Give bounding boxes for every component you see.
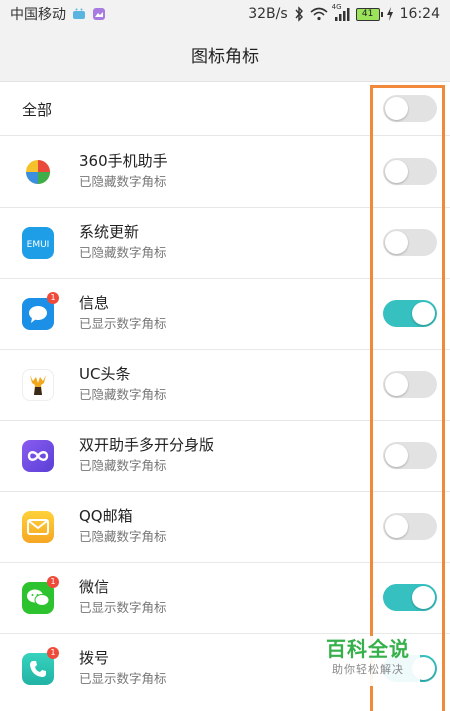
phone-dialer-icon: 1 [22, 647, 59, 685]
emui-update-icon: EMUI [22, 227, 54, 259]
uc-headlines-icon [22, 369, 54, 401]
clock: 16:24 [399, 6, 440, 22]
app-badge-status: 已隐藏数字角标 [79, 529, 167, 544]
android-notification-icon [72, 7, 86, 21]
app-badge-status: 已隐藏数字角标 [79, 387, 167, 402]
toggle-360-helper[interactable] [383, 158, 437, 185]
carrier-label: 中国移动 [10, 7, 66, 23]
watermark-title: 百科全说 [326, 637, 410, 661]
watermark-logo: 百科全说 助你轻松解决 [316, 636, 420, 686]
notification-badge: 1 [47, 647, 59, 659]
app-badge-status: 已显示数字角标 [79, 671, 167, 686]
network-type-label: 4G [331, 3, 342, 11]
qq-mail-icon [22, 511, 54, 543]
app-name: 系统更新 [79, 223, 140, 241]
app-badge-status: 已隐藏数字角标 [79, 245, 167, 260]
toggle-messages[interactable] [383, 300, 437, 327]
toggle-knob [412, 302, 435, 325]
page-title: 图标角标 [191, 47, 259, 67]
toggle-knob [385, 373, 408, 396]
toggle-knob [385, 97, 408, 120]
messages-icon: 1 [22, 292, 59, 330]
status-bar: 中国移动 32B/s 4G 41 16:24 [0, 0, 450, 28]
wechat-icon: 1 [22, 576, 59, 614]
network-speed: 32B/s [248, 6, 288, 22]
app-badge-status: 已隐藏数字角标 [79, 458, 167, 473]
app-name: 信息 [79, 294, 110, 312]
toggle-uc-headlines[interactable] [383, 371, 437, 398]
svg-text:EMUI: EMUI [27, 240, 50, 249]
all-apps-label: 全部 [22, 100, 53, 119]
toggle-dual-app[interactable] [383, 442, 437, 469]
app-name: 拨号 [79, 649, 110, 667]
charging-icon [386, 7, 394, 21]
battery-icon: 41 [355, 7, 383, 21]
app-badge-status: 已显示数字角标 [79, 600, 167, 615]
app-badge-status: 已隐藏数字角标 [79, 174, 167, 189]
toggle-knob [385, 515, 408, 538]
app-name: 360手机助手 [79, 152, 168, 170]
toggle-knob [385, 444, 408, 467]
toggle-knob [412, 586, 435, 609]
wifi-icon [310, 7, 328, 21]
app-name: 双开助手多开分身版 [79, 436, 215, 454]
notification-badge: 1 [47, 576, 59, 588]
all-apps-toggle[interactable] [383, 95, 437, 122]
app-name: 微信 [79, 578, 110, 596]
signal-icon: 4G [332, 3, 350, 21]
notification-badge: 1 [47, 292, 59, 304]
app-name: QQ邮箱 [79, 507, 133, 525]
app-badge-status: 已显示数字角标 [79, 316, 167, 331]
dual-app-icon [22, 440, 54, 472]
watermark-subtitle: 助你轻松解决 [332, 663, 404, 676]
360-helper-icon [22, 156, 54, 188]
toggle-qq-mail[interactable] [383, 513, 437, 540]
toggle-knob [385, 231, 408, 254]
page-title-bar: 图标角标 [0, 28, 450, 82]
toggle-system-update[interactable] [383, 229, 437, 256]
app-name: UC头条 [79, 365, 131, 383]
bluetooth-icon [294, 6, 304, 22]
toggle-knob [385, 160, 408, 183]
gallery-notification-icon [92, 7, 106, 21]
toggle-wechat[interactable] [383, 584, 437, 611]
